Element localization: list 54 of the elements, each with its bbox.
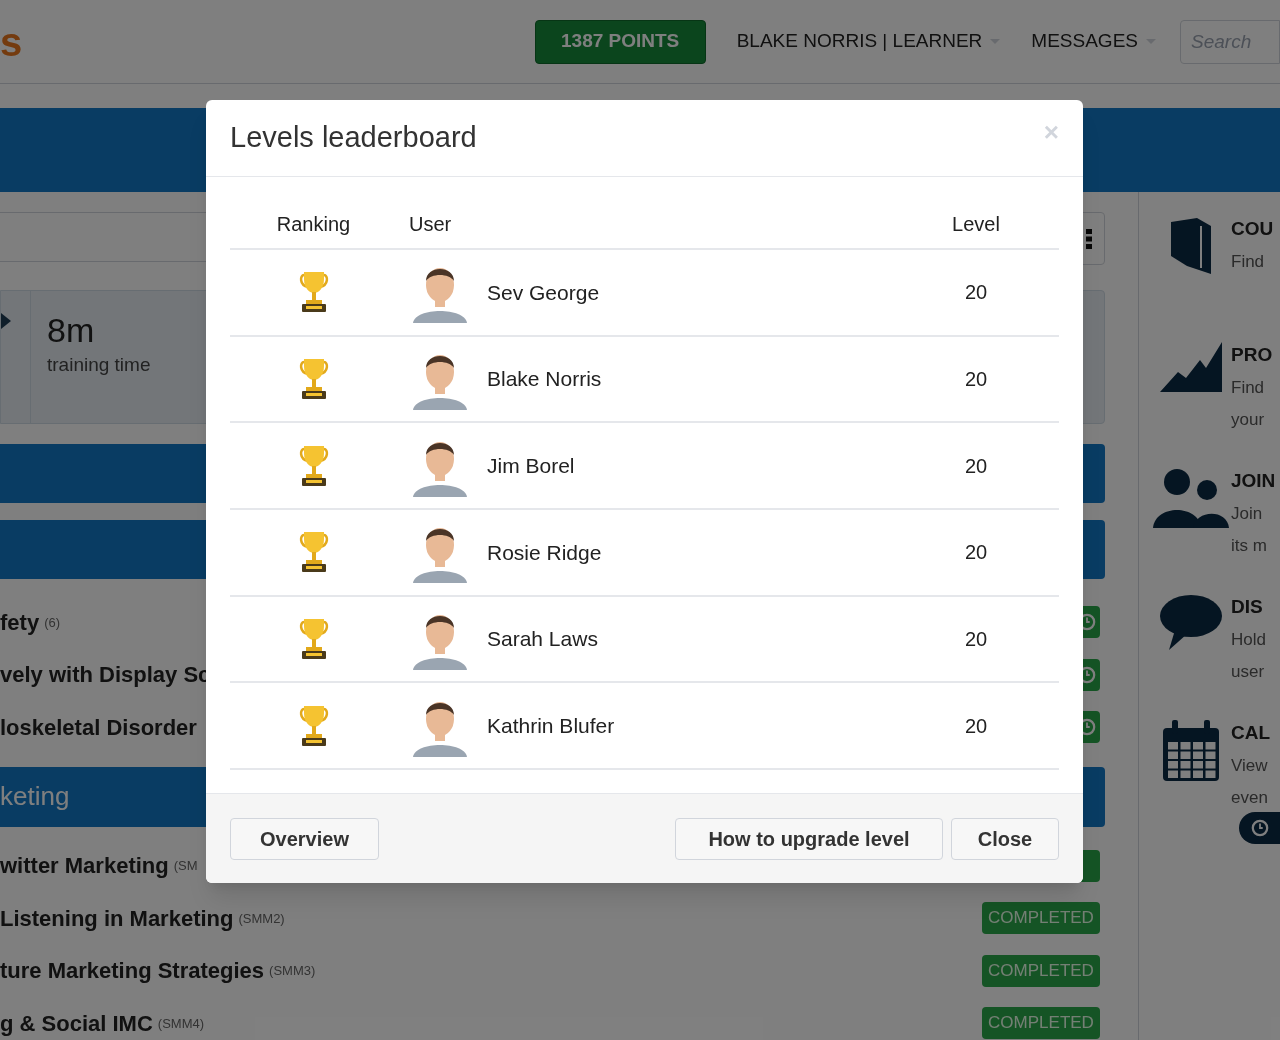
feature-text: even (1231, 787, 1269, 809)
feature-title: PRO (1231, 343, 1273, 367)
level-cell-text: 20 (963, 280, 989, 306)
course-code: (6) (44, 613, 60, 632)
course-code: (SMM3) (269, 962, 316, 980)
course-title: Listening in Marketing (0, 904, 234, 933)
status-badge: COMPLETED (982, 902, 1100, 935)
status-badge: COMPLETED (982, 954, 1100, 987)
stat-value: 8m (47, 310, 96, 351)
user-name: Blake Norris (487, 366, 602, 393)
level-cell-text: 20 (963, 453, 989, 479)
column-header: Level (951, 212, 1001, 237)
feature-text: Hold (1231, 629, 1266, 651)
feature-text: user (1231, 661, 1266, 683)
course-title: g & Social IMC (0, 1009, 153, 1038)
column-header: Ranking (275, 212, 352, 237)
course-code: (SM (173, 857, 198, 875)
course-title: fety (0, 608, 40, 637)
level-cell-text: 20 (963, 713, 989, 739)
user-name: Sev George (487, 279, 600, 306)
feature-title: CAL (1231, 721, 1271, 745)
feature-title: COU (1231, 217, 1274, 241)
stat-label: training time (47, 353, 151, 377)
user-name: Jim Borel (487, 452, 575, 479)
user-name: Kathrin Blufer (487, 713, 615, 740)
course-code: (SMM2) (238, 909, 285, 928)
course-title: loskeletal Disorder (0, 713, 197, 742)
feature-text: Find (1231, 377, 1266, 399)
section-title: keting (0, 780, 70, 813)
overview-button[interactable]: Overview (230, 817, 379, 860)
feature-text: its m (1231, 535, 1268, 557)
level-cell-text: 20 (963, 540, 989, 566)
messages-menu[interactable]: MESSAGES (1031, 27, 1156, 56)
dialog-title: Levels leaderboard (230, 120, 477, 156)
feature-text: your (1231, 409, 1266, 431)
close-button[interactable]: Close (951, 817, 1059, 860)
course-code: (SMM4) (157, 1014, 204, 1033)
feature-text: Join (1231, 503, 1264, 525)
user-name: Rosie Ridge (487, 539, 602, 566)
upgrade-level-button[interactable]: How to upgrade level (675, 817, 943, 860)
level-cell-text: 20 (963, 367, 989, 393)
course-title: witter Marketing (0, 852, 169, 881)
feature-text: View (1231, 755, 1269, 777)
feature-title: DIS (1231, 595, 1264, 619)
level-cell-text: 20 (963, 627, 989, 653)
points-button[interactable]: 1387 POINTS (534, 19, 706, 64)
status-badge: COMPLETED (982, 1007, 1100, 1040)
column-header: User (409, 212, 453, 237)
logo: s (0, 18, 23, 66)
course-title: ture Marketing Strategies (0, 957, 265, 986)
user-name: Sarah Laws (487, 626, 598, 653)
feature-text: Find (1231, 251, 1266, 273)
user-menu[interactable]: BLAKE NORRIS | LEARNER (736, 27, 1001, 56)
feature-title: JOIN (1231, 469, 1276, 493)
